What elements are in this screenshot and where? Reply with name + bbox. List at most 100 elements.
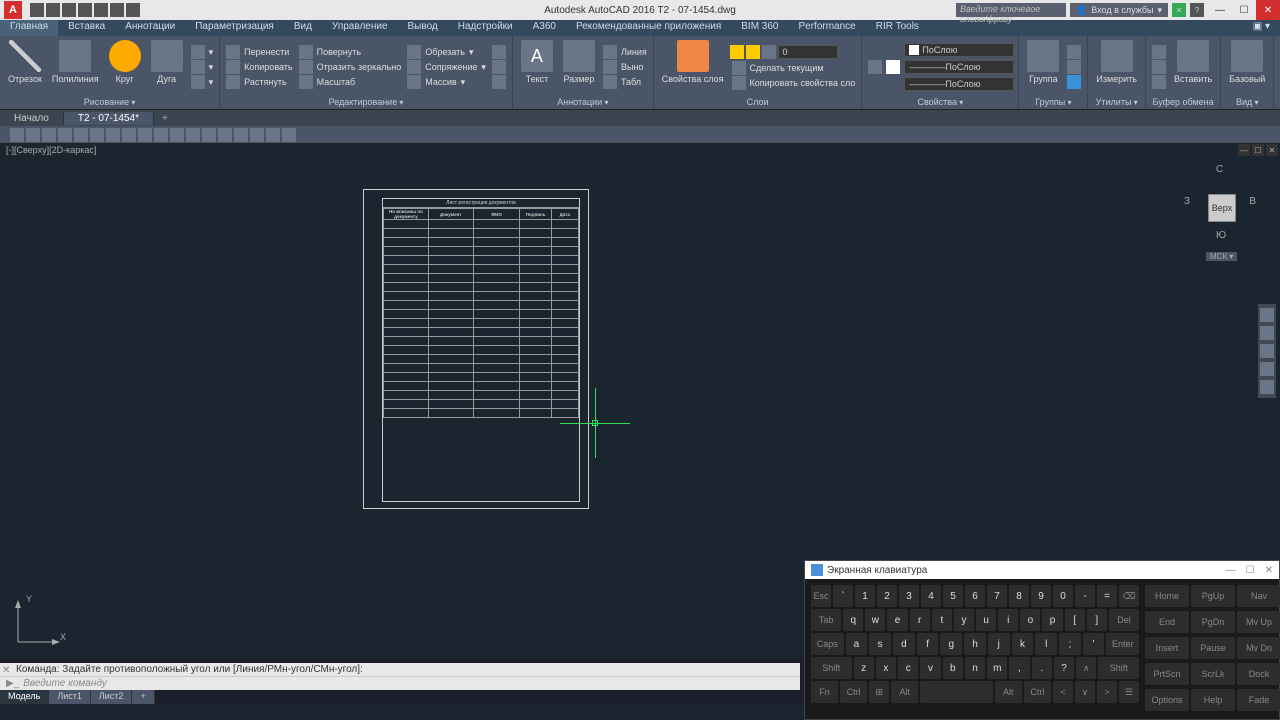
move-button[interactable]: Перенести: [224, 45, 294, 59]
sec-btn-4[interactable]: [58, 128, 72, 142]
key-mvup[interactable]: Mv Up: [1237, 611, 1280, 633]
key-∧[interactable]: ∧: [1076, 657, 1096, 679]
fillet-button[interactable]: Сопряжение ▾: [405, 60, 488, 74]
circle-button[interactable]: Круг: [105, 38, 145, 96]
tab-a360[interactable]: A360: [523, 20, 566, 36]
key-help[interactable]: Help: [1191, 689, 1235, 711]
doc-tab-current[interactable]: T2 - 07-1454*: [64, 112, 154, 125]
key-c[interactable]: c: [898, 657, 918, 679]
key-Fn[interactable]: Fn: [811, 681, 838, 703]
key-4[interactable]: 4: [921, 585, 941, 607]
sec-btn-17[interactable]: [266, 128, 280, 142]
nav-wheel-icon[interactable]: [1260, 308, 1274, 322]
key-r[interactable]: r: [910, 609, 930, 631]
sec-btn-7[interactable]: [106, 128, 120, 142]
key-insert[interactable]: Insert: [1145, 637, 1189, 659]
tab-output[interactable]: Вывод: [398, 20, 448, 36]
sec-btn-11[interactable]: [170, 128, 184, 142]
make-current-button[interactable]: Сделать текущим: [730, 61, 858, 75]
search-input[interactable]: Введите ключевое слово/фразу: [956, 3, 1066, 17]
stretch-button[interactable]: Растянуть: [224, 75, 294, 89]
viewcube-north[interactable]: С: [1216, 164, 1223, 175]
prop-icons[interactable]: [866, 60, 902, 74]
doc-tab-start[interactable]: Начало: [0, 112, 64, 125]
key-7[interactable]: 7: [987, 585, 1007, 607]
new-doc-button[interactable]: +: [154, 112, 176, 125]
tab-layout2[interactable]: Лист2: [91, 690, 133, 704]
key-dock[interactable]: Dock: [1237, 663, 1280, 685]
line-button[interactable]: Отрезок: [4, 38, 46, 96]
group-button[interactable]: Группа: [1023, 38, 1063, 96]
key-options[interactable]: Options: [1145, 689, 1189, 711]
sec-btn-5[interactable]: [74, 128, 88, 142]
key-Ctrl[interactable]: Ctrl: [1024, 681, 1051, 703]
key-pause[interactable]: Pause: [1191, 637, 1235, 659]
key-Tab[interactable]: Tab: [811, 609, 841, 631]
vp-maximize-icon[interactable]: ☐: [1252, 144, 1264, 156]
key-pgup[interactable]: PgUp: [1191, 585, 1235, 607]
key-Ctrl[interactable]: Ctrl: [840, 681, 867, 703]
layer-props-button[interactable]: Свойства слоя: [658, 38, 728, 96]
sec-btn-14[interactable]: [218, 128, 232, 142]
key-f[interactable]: f: [917, 633, 939, 655]
qat-new-icon[interactable]: [30, 3, 44, 17]
key-<[interactable]: <: [1053, 681, 1073, 703]
key-?[interactable]: ?: [1054, 657, 1074, 679]
key-Caps[interactable]: Caps: [811, 633, 844, 655]
sec-btn-18[interactable]: [282, 128, 296, 142]
viewcube-south[interactable]: Ю: [1216, 230, 1226, 241]
tab-manage[interactable]: Управление: [322, 20, 398, 36]
paste-flyout-button[interactable]: [1150, 75, 1168, 89]
key-3[interactable]: 3: [899, 585, 919, 607]
sec-btn-13[interactable]: [202, 128, 216, 142]
key-x[interactable]: x: [876, 657, 896, 679]
nav-pan-icon[interactable]: [1260, 326, 1274, 340]
tab-featured[interactable]: Рекомендованные приложения: [566, 20, 731, 36]
exchange-icon[interactable]: ✕: [1172, 3, 1186, 17]
text-button[interactable]: AТекст: [517, 38, 557, 96]
tab-annotate[interactable]: Аннотации: [115, 20, 185, 36]
qat-plot-icon[interactable]: [94, 3, 108, 17]
panel-label-groups[interactable]: Группы: [1023, 96, 1083, 107]
panel-label-layers[interactable]: Слои: [658, 96, 858, 107]
mline-button[interactable]: Линия: [601, 45, 649, 59]
layer-combo[interactable]: 0: [730, 44, 858, 60]
key-h[interactable]: h: [964, 633, 986, 655]
key-∨[interactable]: ∨: [1075, 681, 1095, 703]
key-s[interactable]: s: [869, 633, 891, 655]
key-Enter[interactable]: Enter: [1106, 633, 1139, 655]
sec-btn-10[interactable]: [154, 128, 168, 142]
sec-btn-1[interactable]: [10, 128, 24, 142]
key-u[interactable]: u: [976, 609, 996, 631]
key-fade[interactable]: Fade: [1237, 689, 1280, 711]
key-w[interactable]: w: [865, 609, 885, 631]
panel-label-props[interactable]: Свойства: [866, 96, 1014, 107]
key-][interactable]: ]: [1087, 609, 1107, 631]
paste-button[interactable]: Вставить: [1170, 38, 1216, 96]
vp-minimize-icon[interactable]: —: [1238, 144, 1250, 156]
key-.[interactable]: .: [1032, 657, 1052, 679]
key-`[interactable]: `: [833, 585, 853, 607]
key-;[interactable]: ;: [1059, 633, 1081, 655]
tab-model[interactable]: Модель: [0, 690, 49, 704]
trim-button[interactable]: Обрезать ▾: [405, 45, 488, 59]
key-'[interactable]: ': [1083, 633, 1105, 655]
mirror-button[interactable]: Отразить зеркально: [297, 60, 404, 74]
key->[interactable]: >: [1097, 681, 1117, 703]
viewport-label[interactable]: [-][Сверху][2D-каркас]: [4, 144, 98, 156]
key-=[interactable]: =: [1097, 585, 1117, 607]
key-d[interactable]: d: [893, 633, 915, 655]
panel-label-modify[interactable]: Редактирование: [224, 96, 508, 107]
key-⊞[interactable]: ⊞: [869, 681, 889, 703]
tab-addins[interactable]: Надстройки: [448, 20, 523, 36]
osk-minimize-button[interactable]: —: [1226, 565, 1236, 576]
group-flyout-3[interactable]: [1065, 75, 1083, 89]
key-⌫[interactable]: ⌫: [1119, 585, 1139, 607]
modify-flyout-3[interactable]: [490, 75, 508, 89]
command-line[interactable]: ✕ Команда: Задайте противоположный угол …: [0, 663, 800, 690]
key-home[interactable]: Home: [1145, 585, 1189, 607]
ribbon-options-icon[interactable]: ▣ ▾: [1243, 20, 1280, 36]
qat-saveas-icon[interactable]: [78, 3, 92, 17]
osk-titlebar[interactable]: Экранная клавиатура — ☐ ✕: [805, 561, 1279, 579]
panel-label-clip[interactable]: Буфер обмена: [1150, 96, 1216, 107]
